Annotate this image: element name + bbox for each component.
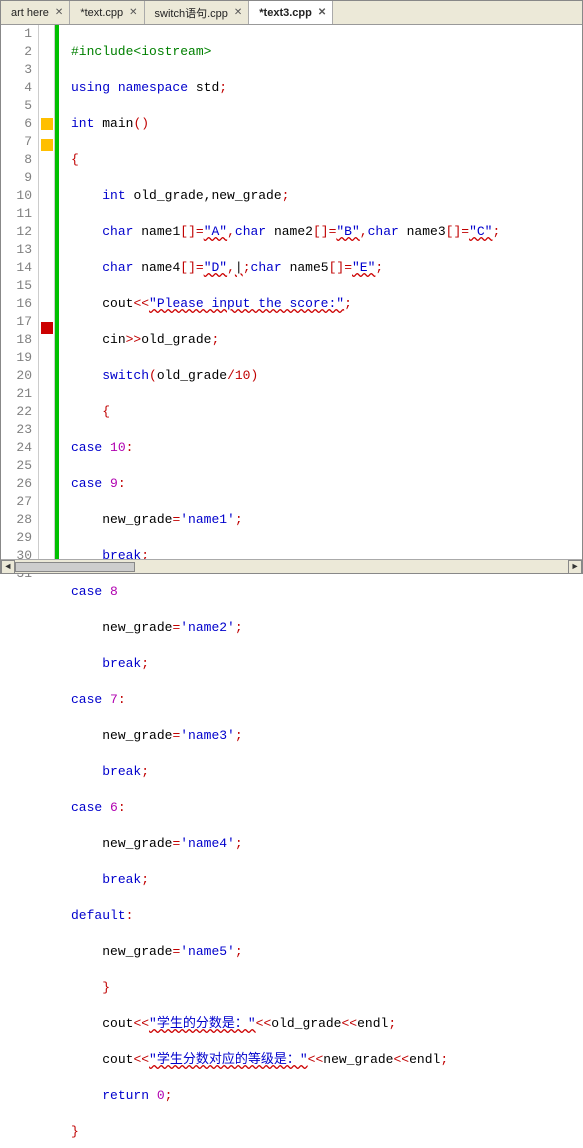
marker-column — [39, 25, 55, 559]
warning-marker-icon — [41, 118, 53, 130]
tab-label: art here — [11, 7, 49, 19]
line-number: 23 — [1, 421, 32, 439]
line-number: 18 — [1, 331, 32, 349]
line-number: 27 — [1, 493, 32, 511]
line-number: 3 — [1, 61, 32, 79]
line-number: 1 — [1, 25, 32, 43]
code-editor[interactable]: 1 2 3 4 5 6 7 8 9 10 11 12 13 14 15 16 1… — [1, 25, 582, 559]
close-icon[interactable]: ✕ — [129, 7, 137, 18]
line-number: 26 — [1, 475, 32, 493]
tab-switch-cpp[interactable]: switch语句.cpp ✕ — [145, 1, 250, 24]
line-number: 5 — [1, 97, 32, 115]
scrollbar-thumb[interactable] — [15, 562, 135, 572]
close-icon[interactable]: ✕ — [55, 7, 63, 18]
warning-marker-icon — [41, 139, 53, 151]
line-number: 2 — [1, 43, 32, 61]
line-number: 13 — [1, 241, 32, 259]
line-number: 8 — [1, 151, 32, 169]
line-number: 6 — [1, 115, 32, 133]
code-area[interactable]: #include<iostream> using namespace std; … — [59, 25, 582, 559]
line-number: 4 — [1, 79, 32, 97]
tab-text-cpp[interactable]: *text.cpp ✕ — [70, 1, 144, 24]
line-number: 16 — [1, 295, 32, 313]
scroll-left-icon[interactable]: ◄ — [1, 560, 15, 574]
tab-text3-cpp[interactable]: *text3.cpp ✕ — [249, 1, 333, 24]
line-number: 14 — [1, 259, 32, 277]
tabs-bar: art here ✕ *text.cpp ✕ switch语句.cpp ✕ *t… — [1, 1, 582, 25]
line-number: 7 — [1, 133, 32, 151]
line-number: 29 — [1, 529, 32, 547]
close-icon[interactable]: ✕ — [234, 7, 242, 18]
tab-label: *text.cpp — [80, 7, 123, 19]
line-number: 28 — [1, 511, 32, 529]
line-number: 10 — [1, 187, 32, 205]
line-number: 21 — [1, 385, 32, 403]
scroll-right-icon[interactable]: ► — [568, 560, 582, 574]
line-number: 20 — [1, 367, 32, 385]
line-number: 11 — [1, 205, 32, 223]
line-number: 15 — [1, 277, 32, 295]
line-number: 19 — [1, 349, 32, 367]
line-number: 9 — [1, 169, 32, 187]
line-number-gutter: 1 2 3 4 5 6 7 8 9 10 11 12 13 14 15 16 1… — [1, 25, 39, 559]
line-number: 22 — [1, 403, 32, 421]
tab-start-here[interactable]: art here ✕ — [1, 1, 70, 24]
error-marker-icon — [41, 322, 53, 334]
tab-label: switch语句.cpp — [155, 5, 228, 21]
line-number: 24 — [1, 439, 32, 457]
tab-label: *text3.cpp — [259, 7, 312, 19]
close-icon[interactable]: ✕ — [318, 7, 326, 18]
line-number: 17 — [1, 313, 32, 331]
horizontal-scrollbar[interactable]: ◄ ► — [1, 559, 582, 573]
line-number: 25 — [1, 457, 32, 475]
line-number: 12 — [1, 223, 32, 241]
